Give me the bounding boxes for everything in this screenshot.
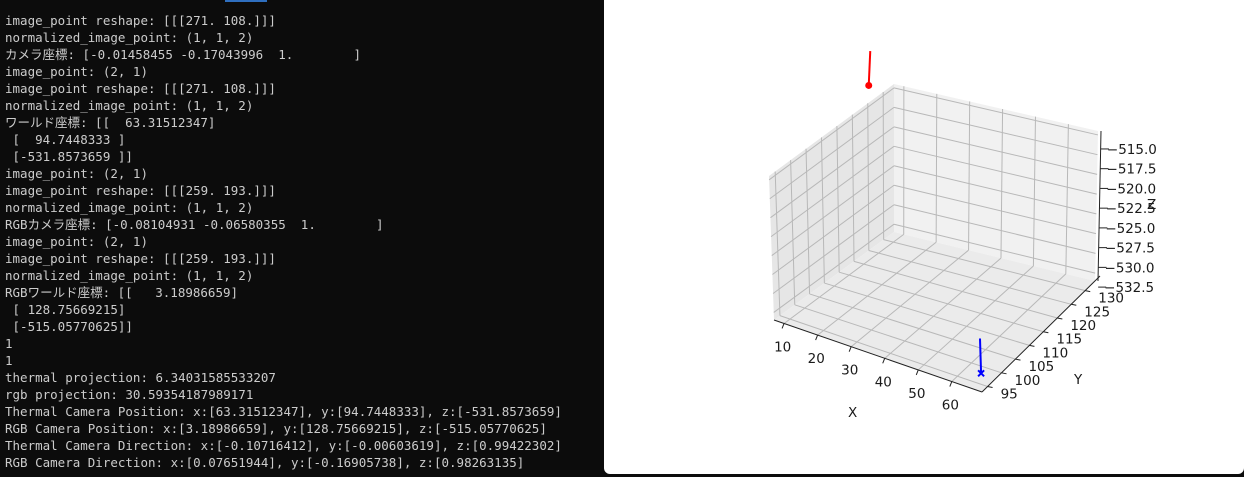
z-tick-label: −517.5: [1107, 162, 1157, 178]
plot-window[interactable]: 10 20 30 40 50 60 95 100 105 110 115 120 125 130 −515.…: [604, 0, 1244, 474]
terminal-line: image_point reshape: [[[259. 193.]]]: [5, 251, 276, 266]
y-tick-mark: [1043, 331, 1049, 334]
terminal-line: normalized_image_point: (1, 1, 2): [5, 200, 254, 215]
terminal-line: [ 128.75669215]: [5, 302, 126, 317]
x-tick-mark: [949, 381, 953, 387]
terminal-line: [-515.05770625]]: [5, 319, 133, 334]
terminal-line: Thermal Camera Position: x:[63.31512347]…: [5, 404, 562, 419]
y-tick-mark: [1015, 358, 1021, 361]
x-tick-label: 10: [774, 339, 791, 355]
y-tick-label: 120: [1070, 318, 1096, 334]
x-tick-label: 50: [908, 386, 925, 402]
y-tick-mark: [1057, 317, 1063, 320]
terminal-line: image_point reshape: [[[271. 108.]]]: [5, 13, 276, 28]
x-tick-label: 30: [841, 363, 858, 379]
y-tick-label: 105: [1028, 359, 1054, 375]
z-tick-label: −532.5: [1104, 280, 1154, 296]
y-tick-mark: [1071, 303, 1077, 306]
terminal-line: normalized_image_point: (1, 1, 2): [5, 98, 254, 113]
terminal-line: normalized_image_point: (1, 1, 2): [5, 268, 254, 283]
terminal-line: [-531.8573659 ]]: [5, 149, 133, 164]
x-tick-mark: [848, 346, 852, 352]
z-tick-label: −515.0: [1107, 142, 1157, 158]
y-tick-label: 125: [1084, 304, 1110, 320]
x-tick-label: 60: [942, 398, 959, 414]
tab-indicator: [225, 0, 267, 2]
y-tick-label: 115: [1056, 332, 1082, 348]
z-tick-label: −527.5: [1105, 241, 1155, 257]
y-axis-label: Y: [1073, 372, 1083, 388]
terminal-line: 1: [5, 353, 13, 368]
terminal-line: normalized_image_point: (1, 1, 2): [5, 30, 254, 45]
terminal-line: ▯: [5, 471, 13, 477]
x-tick-label: 20: [808, 351, 825, 367]
terminal-line: RGBワールド座標: [[ 3.18986659]: [5, 285, 239, 300]
y-tick-mark: [1085, 290, 1091, 293]
terminal-line: RGB Camera Direction: x:[0.07651944], y:…: [5, 455, 525, 470]
terminal-line: Thermal Camera Direction: x:[-0.10716412…: [5, 438, 562, 453]
direction-vector-1: [978, 338, 983, 374]
terminal-line: image_point: (2, 1): [5, 166, 148, 181]
z-tick-label: −530.0: [1105, 260, 1155, 276]
z-tick-label: −520.0: [1106, 181, 1156, 197]
y-tick-mark: [987, 386, 993, 389]
x-tick-mark: [781, 323, 785, 329]
x-tick-mark: [815, 334, 819, 341]
3d-plot[interactable]: 10203040506095100105110115120125130−515.…: [604, 0, 1244, 474]
terminal-line: image_point reshape: [[[271. 108.]]]: [5, 81, 276, 96]
terminal-window[interactable]: image_point reshape: [[[271. 108.]]] norm…: [0, 0, 604, 477]
z-axis-line: [1097, 130, 1102, 282]
terminal-line: RGBカメラ座標: [-0.08104931 -0.06580355 1. ]: [5, 217, 384, 232]
terminal-line: image_point: (2, 1): [5, 234, 148, 249]
terminal-line: thermal projection: 6.34031585533207: [5, 370, 276, 385]
y-tick-label: 110: [1042, 345, 1068, 361]
x-tick-mark: [915, 369, 919, 376]
y-tick-mark: [1001, 372, 1007, 375]
y-tick-mark: [1029, 344, 1035, 347]
terminal-line: 1: [5, 336, 13, 351]
x-tick-mark: [882, 358, 886, 364]
grid-line-x: [935, 93, 938, 243]
terminal-line: ワールド座標: [[ 63.31512347]: [5, 115, 216, 130]
y-tick-label: 95: [1001, 387, 1018, 403]
terminal-line: image_point: (2, 1): [5, 64, 148, 79]
terminal-line: image_point reshape: [[[259. 193.]]]: [5, 183, 276, 198]
z-axis-label: Z: [1147, 197, 1156, 213]
direction-vector-0: [867, 51, 872, 86]
x-tick-label: 40: [875, 374, 892, 390]
data-point-0: [865, 81, 873, 89]
z-tick-label: −525.0: [1105, 221, 1155, 237]
terminal-line: rgb projection: 30.59354187989171: [5, 387, 254, 402]
x-axis-label: X: [848, 405, 857, 421]
y-tick-label: 100: [1015, 373, 1041, 389]
terminal-line: カメラ座標: [-0.01458455 -0.17043996 1. ]: [5, 47, 361, 62]
terminal-line: [ 94.7448333 ]: [5, 132, 126, 147]
terminal-line: RGB Camera Position: x:[3.18986659], y:[…: [5, 421, 547, 436]
